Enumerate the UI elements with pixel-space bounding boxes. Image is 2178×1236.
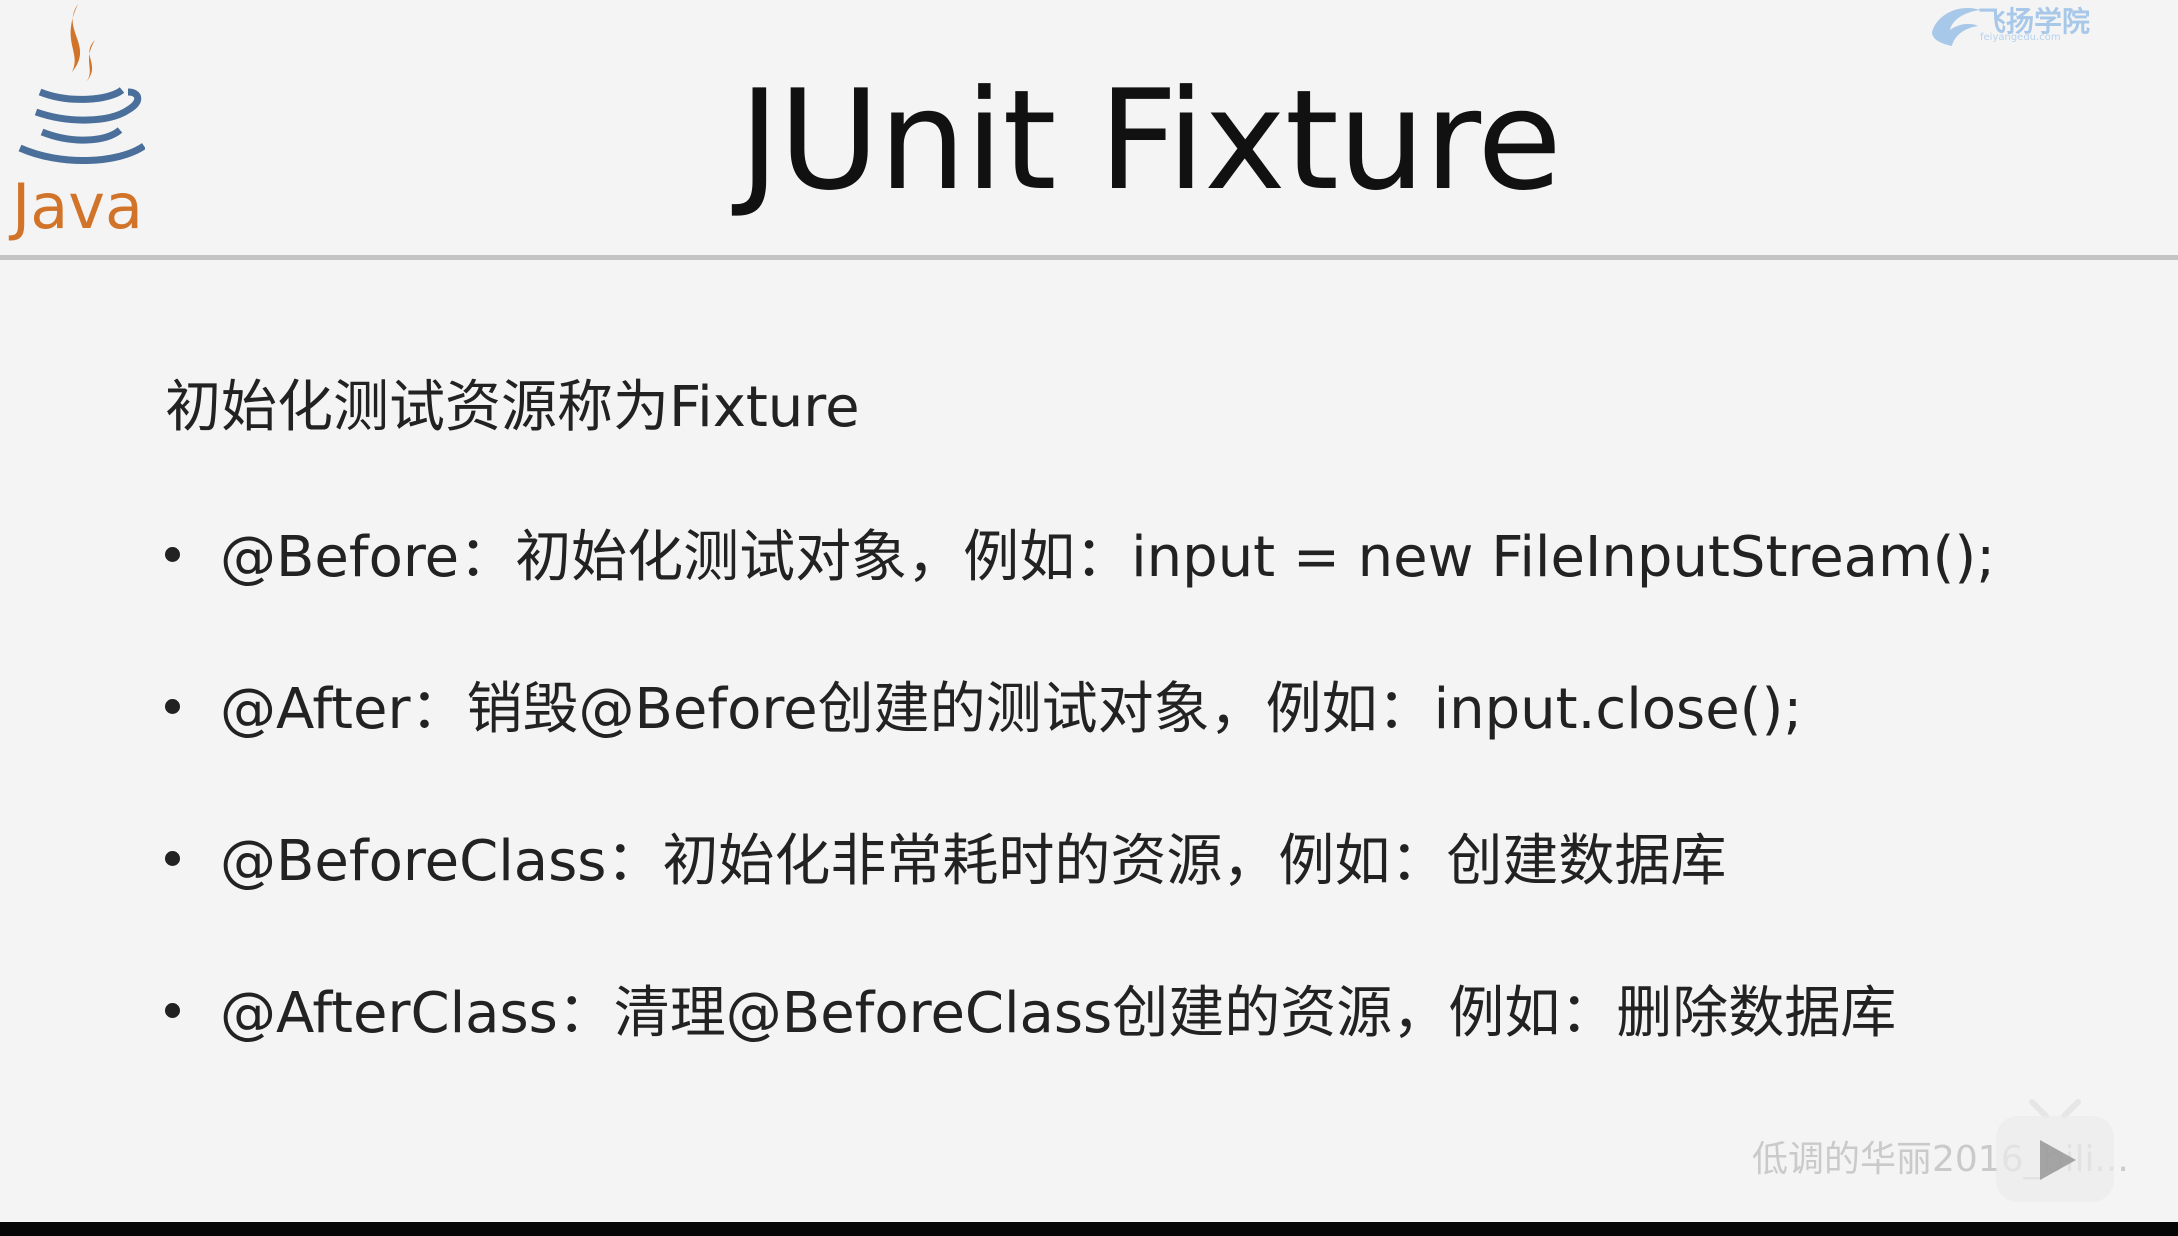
bullet-text: @After：销毁@Before创建的测试对象，例如：input.close()… — [220, 677, 1803, 742]
bullet-text: @Before：初始化测试对象，例如：input = new FileInput… — [220, 525, 1996, 590]
bullet-item-before: @Before：初始化测试对象，例如：input = new FileInput… — [165, 512, 1995, 593]
bullet-dot — [165, 851, 180, 867]
bullet-text: @AfterClass：清理@BeforeClass创建的资源，例如：删除数据库 — [220, 981, 1897, 1046]
slide: Java 飞扬学院 feiyangedu.com JUnit Fixture 初… — [0, 0, 2178, 1222]
bullet-dot — [165, 699, 180, 715]
brand-url: feiyangedu.com — [1980, 32, 2061, 43]
bullet-item-after: @After：销毁@Before创建的测试对象，例如：input.close()… — [165, 664, 1802, 745]
bullet-text: @BeforeClass：初始化非常耗时的资源，例如：创建数据库 — [220, 829, 1727, 894]
video-bottom-bar — [0, 1222, 2178, 1236]
bullet-dot — [165, 1003, 180, 1019]
intro-text: 初始化测试资源称为Fixture — [165, 375, 860, 440]
slide-title: JUnit Fixture — [738, 60, 1562, 221]
bullet-item-afterclass: @AfterClass：清理@BeforeClass创建的资源，例如：删除数据库 — [165, 968, 1896, 1049]
title-divider — [0, 255, 2178, 260]
bullet-dot — [165, 547, 180, 563]
play-icon[interactable] — [1992, 1098, 2118, 1208]
bullet-item-beforeclass: @BeforeClass：初始化非常耗时的资源，例如：创建数据库 — [165, 816, 1726, 897]
